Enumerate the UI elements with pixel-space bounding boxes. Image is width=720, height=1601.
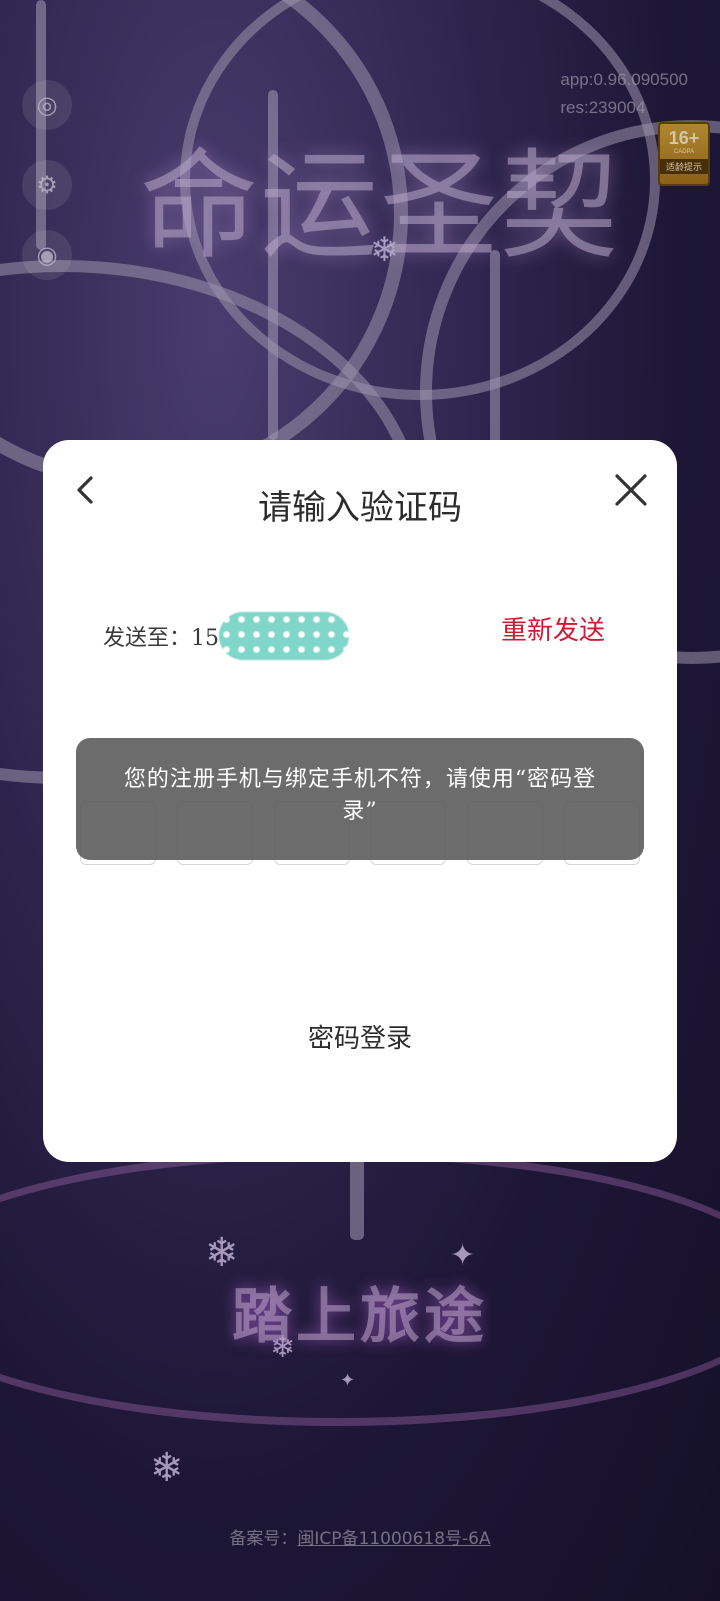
close-button[interactable] (611, 470, 651, 510)
masked-phone-number (219, 612, 349, 660)
error-toast: 您的注册手机与绑定手机不符，请使用“密码登录” (76, 738, 644, 860)
resend-button[interactable]: 重新发送 (501, 610, 605, 647)
password-login-link[interactable]: 密码登录 (43, 1018, 677, 1055)
sent-to-label: 发送至：15 (103, 626, 219, 651)
close-icon (615, 474, 647, 506)
sent-to-row: 发送至：15 (103, 612, 349, 660)
login-screen: ❄ ❄ ❄ ❄ ✦ ✦ ◎ ⚙ ◉ 命运圣契 app:0.96.090500 r… (0, 0, 720, 1601)
verification-dialog: 请输入验证码 发送至：15 重新发送 您的注册手机与绑定手机不符，请使用“密码登… (43, 440, 677, 1162)
dialog-title: 请输入验证码 (258, 488, 462, 528)
